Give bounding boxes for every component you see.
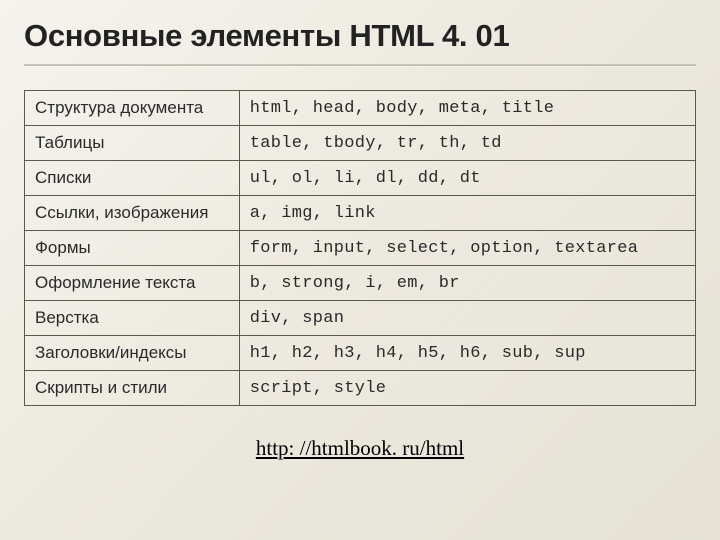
row-label: Верстка: [25, 301, 240, 336]
row-label: Оформление текста: [25, 266, 240, 301]
row-items: div, span: [239, 301, 695, 336]
row-label: Таблицы: [25, 126, 240, 161]
row-label: Скрипты и стили: [25, 371, 240, 406]
table-row: Версткаdiv, span: [25, 301, 696, 336]
table-row: Скрипты и стилиscript, style: [25, 371, 696, 406]
table-row: Оформление текстаb, strong, i, em, br: [25, 266, 696, 301]
row-label: Заголовки/индексы: [25, 336, 240, 371]
table-row: Заголовки/индексыh1, h2, h3, h4, h5, h6,…: [25, 336, 696, 371]
row-items: table, tbody, tr, th, td: [239, 126, 695, 161]
page-title: Основные элементы HTML 4. 01: [24, 18, 696, 54]
row-items: h1, h2, h3, h4, h5, h6, sub, sup: [239, 336, 695, 371]
row-items: html, head, body, meta, title: [239, 91, 695, 126]
table-row: Структура документаhtml, head, body, met…: [25, 91, 696, 126]
row-label: Ссылки, изображения: [25, 196, 240, 231]
elements-table: Структура документаhtml, head, body, met…: [24, 90, 696, 406]
row-items: a, img, link: [239, 196, 695, 231]
row-label: Структура документа: [25, 91, 240, 126]
row-label: Списки: [25, 161, 240, 196]
table-row: Таблицыtable, tbody, tr, th, td: [25, 126, 696, 161]
row-items: form, input, select, option, textarea: [239, 231, 695, 266]
table-row: Формыform, input, select, option, textar…: [25, 231, 696, 266]
table-row: Спискиul, ol, li, dl, dd, dt: [25, 161, 696, 196]
title-underline: [24, 64, 696, 66]
row-items: ul, ol, li, dl, dd, dt: [239, 161, 695, 196]
reference-link[interactable]: http: //htmlbook. ru/html: [24, 436, 696, 461]
table-row: Ссылки, изображенияa, img, link: [25, 196, 696, 231]
row-items: b, strong, i, em, br: [239, 266, 695, 301]
row-items: script, style: [239, 371, 695, 406]
row-label: Формы: [25, 231, 240, 266]
